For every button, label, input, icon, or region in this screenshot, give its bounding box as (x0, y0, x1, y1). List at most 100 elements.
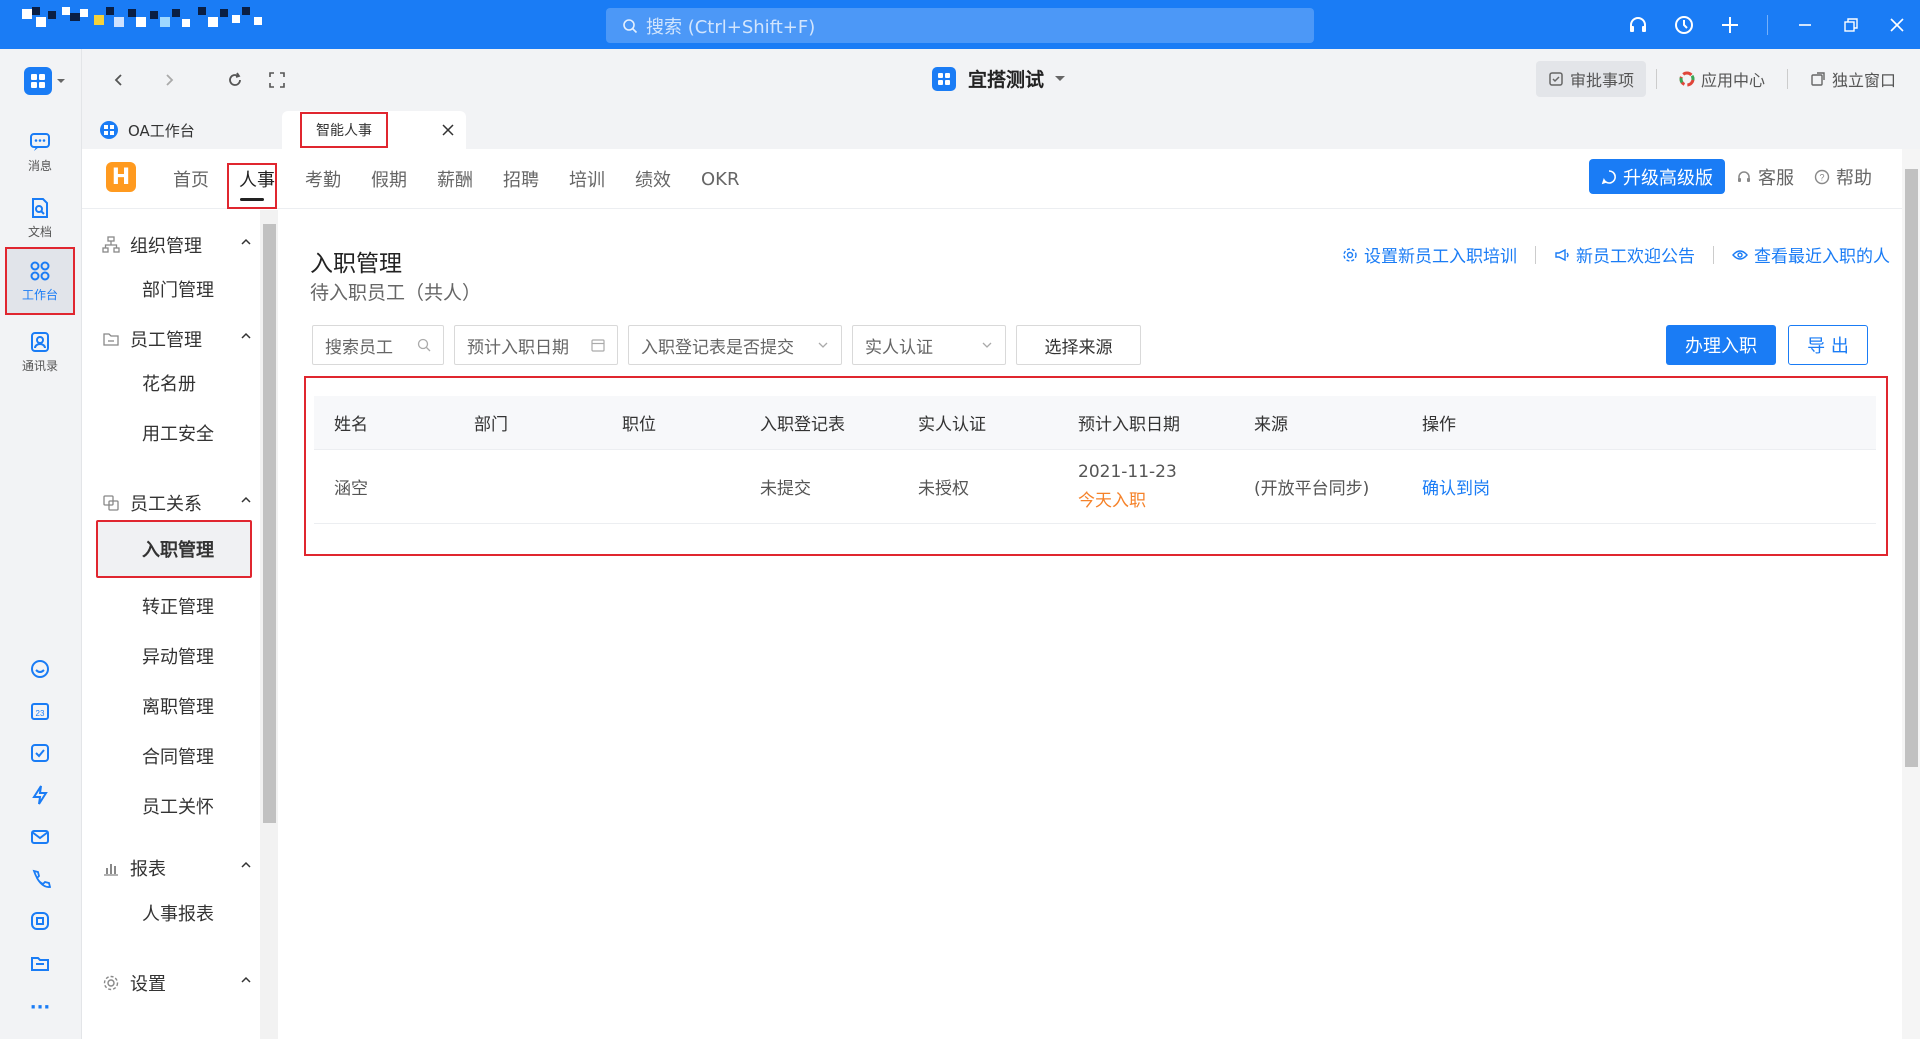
minimize-icon[interactable] (1782, 0, 1828, 49)
global-search-input[interactable]: 搜索 (Ctrl+Shift+F) (606, 8, 1314, 43)
nav-okr[interactable]: OKR (686, 149, 754, 209)
cell-verify-status: 未授权 (918, 479, 969, 499)
scrollbar-thumb[interactable] (1905, 169, 1918, 767)
cell-form-status: 未提交 (760, 479, 811, 499)
megaphone-icon (1555, 248, 1569, 261)
welcome-announcement-link[interactable]: 新员工欢迎公告 (1554, 242, 1695, 267)
folder-icon[interactable] (26, 949, 54, 977)
confirm-arrival-link[interactable]: 确认到岗 (1422, 450, 1490, 523)
refresh-button[interactable] (222, 67, 248, 93)
tab-label: 智能人事 (300, 112, 388, 148)
sidebar-group-employees[interactable]: 员工管理 (102, 326, 252, 352)
item-label: 转正管理 (142, 597, 214, 618)
phone-icon[interactable] (26, 865, 54, 893)
app-switcher-button[interactable] (24, 67, 66, 95)
approvals-button[interactable]: 审批事项 (1535, 61, 1646, 97)
grid-icon (24, 67, 52, 95)
tab-label: OA工作台 (128, 121, 195, 140)
tab-smart-hr[interactable]: 智能人事 (282, 111, 466, 149)
back-button[interactable] (106, 67, 132, 93)
onboarding-content: 入职管理 待入职员工（共人） 设置新员工入职培训 新员工欢迎公告 查看最近入职的… (278, 210, 1902, 1039)
onboarding-training-link[interactable]: 设置新员工入职培训 (1342, 242, 1517, 267)
sidebar-group-relations[interactable]: 员工关系 (102, 490, 252, 516)
page-title: 入职管理 (310, 251, 402, 277)
customer-service-link[interactable]: 客服 (1736, 164, 1794, 190)
employee-search-input[interactable]: 搜索员工 (312, 325, 444, 365)
sidebar-item-hr-reports[interactable]: 人事报表 (102, 890, 252, 936)
sidebar-item-contracts[interactable]: 合同管理 (102, 733, 252, 779)
sidebar-item-safety[interactable]: 用工安全 (102, 410, 252, 456)
scrollbar-thumb[interactable] (263, 224, 276, 823)
sidebar-item-care[interactable]: 员工关怀 (102, 783, 252, 829)
cloud-icon[interactable] (26, 655, 54, 683)
nav-leave[interactable]: 假期 (356, 149, 422, 209)
lightning-icon[interactable] (26, 781, 54, 809)
group-label: 组织管理 (130, 236, 202, 257)
sidebar-group-settings[interactable]: 设置 (102, 970, 252, 996)
help-link[interactable]: ? 帮助 (1814, 164, 1872, 190)
rail-item-messages[interactable]: 消息 (5, 119, 75, 185)
rail-label: 文档 (27, 225, 52, 239)
headset-icon (1738, 170, 1750, 182)
nav-personnel[interactable]: 人事 (224, 149, 290, 209)
sidebar-scrollbar[interactable] (260, 210, 278, 1039)
more-icon[interactable]: ··· (26, 993, 54, 1021)
export-button[interactable]: 导 出 (1788, 325, 1868, 365)
browser-toolbar: 宜搭测试 审批事项 应用中心 独立窗口 (82, 49, 1920, 111)
approvals-label: 审批事项 (1569, 71, 1634, 90)
tab-bar: OA工作台 智能人事 (82, 111, 466, 149)
upgrade-button[interactable]: 升级高级版 (1589, 159, 1725, 194)
title-bar: 搜索 (Ctrl+Shift+F) (0, 0, 1920, 49)
close-tab-icon[interactable] (442, 124, 454, 136)
nav-attendance[interactable]: 考勤 (290, 149, 356, 209)
plus-icon[interactable] (1707, 0, 1753, 49)
workspace-title[interactable]: 宜搭测试 (932, 65, 1066, 92)
mail-icon[interactable] (26, 823, 54, 851)
group-label: 报表 (130, 859, 166, 880)
sidebar-item-onboarding[interactable]: 入职管理 (96, 520, 252, 578)
tab-oa-workbench[interactable]: OA工作台 (82, 111, 282, 149)
nav-label: OKR (701, 168, 740, 190)
sidebar-group-reports[interactable]: 报表 (102, 855, 252, 881)
nav-training[interactable]: 培训 (554, 149, 620, 209)
nav-performance[interactable]: 绩效 (620, 149, 686, 209)
toolbar-divider (1786, 69, 1788, 89)
fullscreen-button[interactable] (264, 67, 290, 93)
column-header: 职位 (622, 415, 656, 435)
form-submitted-select[interactable]: 入职登记表是否提交 (628, 325, 842, 365)
sidebar-item-regularization[interactable]: 转正管理 (102, 583, 252, 629)
caret-down-icon (1055, 75, 1066, 81)
handle-onboarding-button[interactable]: 办理入职 (1666, 325, 1776, 365)
close-icon[interactable] (1874, 0, 1920, 49)
todo-icon[interactable] (26, 739, 54, 767)
sidebar-group-org[interactable]: 组织管理 (102, 232, 252, 258)
rail-item-docs[interactable]: 文档 (5, 185, 75, 251)
calendar-icon[interactable]: 23 (26, 697, 54, 725)
nav-payroll[interactable]: 薪酬 (422, 149, 488, 209)
sidebar-item-resignation[interactable]: 离职管理 (102, 683, 252, 729)
rail-item-contacts[interactable]: 通讯录 (5, 319, 75, 385)
standalone-window-button[interactable]: 独立窗口 (1798, 61, 1908, 97)
recent-hires-link[interactable]: 查看最近入职的人 (1732, 242, 1890, 267)
nav-home[interactable]: 首页 (158, 149, 224, 209)
headset-icon[interactable] (1615, 0, 1661, 49)
app-center-button[interactable]: 应用中心 (1667, 61, 1777, 97)
forward-button[interactable] (156, 67, 182, 93)
item-label: 用工安全 (142, 424, 214, 445)
help-label: 帮助 (1836, 167, 1872, 189)
rail-item-workbench[interactable]: 工作台 (5, 247, 75, 315)
select-source-button[interactable]: 选择来源 (1016, 325, 1141, 365)
yida-icon[interactable] (26, 907, 54, 935)
history-icon[interactable] (1661, 0, 1707, 49)
restore-icon[interactable] (1828, 0, 1874, 49)
main-scrollbar[interactable] (1902, 149, 1920, 1039)
svg-text:?: ? (1819, 172, 1824, 182)
nav-recruit[interactable]: 招聘 (488, 149, 554, 209)
sidebar-item-roster[interactable]: 花名册 (102, 360, 252, 406)
identity-verify-select[interactable]: 实人认证 (852, 325, 1006, 365)
column-header: 实人认证 (918, 415, 986, 435)
sidebar-item-transfer[interactable]: 异动管理 (102, 633, 252, 679)
sidebar-item-departments[interactable]: 部门管理 (102, 266, 252, 312)
nav-label: 首页 (173, 170, 209, 191)
expected-date-picker[interactable]: 预计入职日期 (454, 325, 618, 365)
